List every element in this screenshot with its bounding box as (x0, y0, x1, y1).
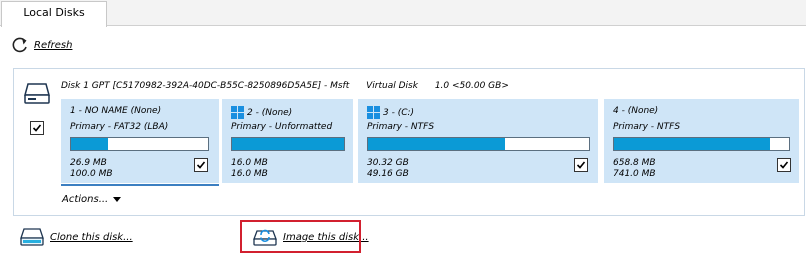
partition-checkbox[interactable] (194, 158, 208, 172)
checkmark-icon (779, 161, 789, 169)
refresh-button[interactable]: Refresh (10, 35, 72, 55)
used-space: 658.8 MB (613, 158, 656, 168)
partition-checkbox[interactable] (777, 158, 791, 172)
used-space: 26.9 MB (70, 158, 107, 168)
used-space: 16.0 MB (231, 158, 268, 168)
total-space: 49.16 GB (367, 169, 409, 179)
usage-bar-fill (368, 138, 506, 150)
usage-bar (613, 137, 790, 151)
disk-panel: Disk 1 GPT [C5170982-392A-40DC-B55C-8250… (13, 68, 805, 216)
disk-name: Disk 1 GPT [C5170982-392A-40DC-B55C-8250… (61, 81, 350, 91)
total-space: 741.0 MB (613, 169, 656, 179)
used-space: 30.32 GB (367, 158, 409, 168)
usage-bar-fill (71, 138, 108, 150)
highlight-box (240, 220, 361, 253)
total-space: 16.0 MB (231, 169, 268, 179)
partition-kind: Primary - NTFS (367, 122, 435, 132)
partition-1[interactable]: 1 - NO NAME (None) Primary - FAT32 (LBA)… (61, 99, 219, 186)
tab-local-disks[interactable]: Local Disks (1, 1, 107, 27)
checkmark-icon (576, 161, 586, 169)
partition-title: 4 - (None) (613, 106, 659, 116)
actions-dropdown[interactable]: Actions... (62, 194, 122, 205)
partition-kind: Primary - NTFS (613, 122, 681, 132)
hard-disk-icon (24, 83, 50, 104)
disk-checkbox[interactable] (30, 121, 44, 135)
partition-title: 3 - (C:) (367, 106, 414, 119)
clone-disk-label: Clone this disk... (50, 231, 133, 243)
partition-checkbox[interactable] (574, 158, 588, 172)
checkmark-icon (32, 124, 42, 132)
chevron-down-icon (113, 197, 122, 202)
usage-bar (367, 137, 590, 151)
clone-disk-icon (20, 228, 44, 246)
actions-label: Actions... (62, 194, 109, 205)
disk-size: 1.0 <50.00 GB> (434, 81, 509, 91)
clone-disk-link[interactable]: Clone this disk... (20, 227, 133, 247)
usage-bar-fill (614, 138, 770, 150)
refresh-icon (12, 37, 27, 53)
windows-logo-icon (231, 106, 244, 119)
checkmark-icon (196, 161, 206, 169)
partition-2[interactable]: 2 - (None) Primary - Unformatted 16.0 MB… (222, 99, 353, 183)
usage-bar (70, 137, 209, 151)
usage-bar-fill (232, 138, 344, 150)
partition-kind: Primary - Unformatted (231, 122, 333, 132)
disk-type: Virtual Disk (366, 81, 418, 91)
partition-3[interactable]: 3 - (C:) Primary - NTFS 30.32 GB 49.16 G… (358, 99, 598, 183)
total-space: 100.0 MB (70, 169, 113, 179)
usage-bar (231, 137, 345, 151)
partition-title: 2 - (None) (231, 106, 292, 119)
selection-underline (61, 184, 219, 186)
partition-kind: Primary - FAT32 (LBA) (70, 122, 169, 132)
windows-logo-icon (367, 106, 380, 119)
partition-title: 1 - NO NAME (None) (70, 106, 162, 116)
tab-strip: Local Disks (0, 0, 806, 27)
disk-header: Disk 1 GPT [C5170982-392A-40DC-B55C-8250… (61, 81, 523, 91)
partition-4[interactable]: 4 - (None) Primary - NTFS 658.8 MB 741.0… (604, 99, 799, 183)
refresh-label: Refresh (34, 39, 73, 51)
